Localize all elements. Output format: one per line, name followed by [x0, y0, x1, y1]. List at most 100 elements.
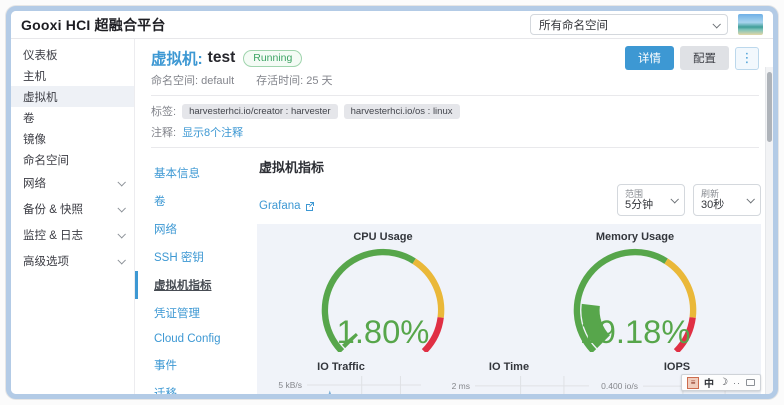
label-chip: harvesterhci.io/creator : harvester — [182, 104, 338, 119]
vm-header: 虚拟机: test Running 详情 配置 ⋮ 命名空间: default … — [135, 39, 773, 148]
sidebar-item-label: 卷 — [23, 110, 35, 126]
sidebar-item-label: 命名空间 — [23, 152, 69, 168]
gauge-chart: 19.18% — [526, 243, 744, 352]
chevron-down-icon — [117, 178, 125, 186]
sidebar-item[interactable]: 监控 & 日志 — [11, 222, 134, 248]
tab-item[interactable]: 迁移 — [135, 379, 255, 399]
tab-item[interactable]: 网络 — [135, 215, 255, 243]
chevron-down-icon — [746, 195, 754, 203]
ime-more-icon[interactable]: ·· — [733, 378, 741, 388]
sidebar-item[interactable]: 虚拟机 — [11, 86, 134, 107]
range-select[interactable]: 范围 5分钟 — [617, 184, 685, 216]
range-label: 范围 — [625, 189, 671, 199]
ime-keyboard-icon[interactable] — [746, 379, 755, 386]
divider — [151, 95, 759, 96]
namespace-filter-select[interactable]: 所有命名空间 — [530, 14, 728, 35]
refresh-value: 30秒 — [701, 199, 747, 211]
tab-item[interactable]: 事件 — [135, 351, 255, 379]
vm-kind-link[interactable]: 虚拟机: — [151, 47, 203, 69]
tab-item[interactable]: 基本信息 — [135, 159, 255, 187]
sidebar-item-label: 主机 — [23, 68, 46, 84]
show-annotations-link[interactable]: 显示8个注释 — [182, 124, 243, 140]
tab-item[interactable]: 卷 — [135, 187, 255, 215]
sidebar: 仪表板主机虚拟机卷镜像命名空间网络备份 & 快照监控 & 日志高级选项 — [11, 39, 135, 394]
sidebar-item-label: 网络 — [23, 175, 46, 191]
scrollbar-track[interactable] — [765, 67, 773, 394]
sidebar-item-label: 虚拟机 — [23, 89, 58, 105]
namespace-filter-value: 所有命名空间 — [539, 17, 608, 33]
top-bar: Gooxi HCI 超融合平台 所有命名空间 — [11, 11, 773, 39]
sidebar-item[interactable]: 卷 — [11, 107, 134, 128]
sidebar-item-label: 备份 & 快照 — [23, 201, 83, 217]
main-area: 虚拟机: test Running 详情 配置 ⋮ 命名空间: default … — [135, 39, 773, 394]
ime-logo-icon[interactable]: ≡ — [687, 377, 699, 389]
sidebar-item[interactable]: 仪表板 — [11, 44, 134, 65]
sidebar-item[interactable]: 主机 — [11, 65, 134, 86]
chevron-down-icon — [712, 20, 720, 28]
label-chip: harvesterhci.io/os : linux — [344, 104, 460, 119]
refresh-select[interactable]: 刷新 30秒 — [693, 184, 761, 216]
ime-fullhalf-moon-icon[interactable]: ☽ — [719, 377, 728, 388]
y-tick-label: 2 ms — [452, 381, 470, 391]
chart-title: IO Traffic — [261, 361, 421, 373]
tab-item[interactable]: Cloud Config — [135, 327, 255, 351]
chart-title: IOPS — [597, 361, 757, 373]
gauge-title: CPU Usage — [257, 231, 509, 243]
y-tick-label: 0.400 io/s — [601, 381, 638, 391]
y-tick-label: 5 kB/s — [278, 380, 302, 390]
line-chart-plot — [475, 376, 589, 399]
grafana-link[interactable]: Grafana — [259, 200, 315, 212]
line-chart-plot — [307, 376, 421, 399]
ime-toolbar[interactable]: ≡ 中 ☽ ·· — [681, 374, 761, 391]
mini-chart: IO Time 2 ms1.50 ms1 ms — [425, 361, 593, 399]
scrollbar-thumb[interactable] — [767, 72, 772, 142]
sidebar-item[interactable]: 镜像 — [11, 128, 134, 149]
detail-button[interactable]: 详情 — [625, 46, 674, 70]
vm-namespace: 命名空间: default — [151, 72, 234, 88]
svg-text:1.80%: 1.80% — [337, 313, 430, 350]
kebab-menu-button[interactable]: ⋮ — [735, 47, 759, 70]
chevron-down-icon — [117, 230, 125, 238]
y-axis-labels: 5 kB/s4 kB/s3 kB/s — [261, 376, 307, 399]
y-axis-labels: 2 ms1.50 ms1 ms — [429, 376, 475, 399]
grafana-label: Grafana — [259, 200, 301, 212]
chevron-down-icon — [117, 256, 125, 264]
gauge-title: Memory Usage — [509, 231, 761, 243]
sidebar-item-label: 镜像 — [23, 131, 46, 147]
vm-age: 存活时间: 25 天 — [256, 72, 332, 88]
range-value: 5分钟 — [625, 199, 671, 211]
metrics-content: 虚拟机指标 Grafana 范围 5分钟 — [255, 148, 773, 399]
vm-tabs: 基本信息卷网络SSH 密钥虚拟机指标凭证管理Cloud Config事件迁移 — [135, 148, 255, 399]
chart-title: IO Time — [429, 361, 589, 373]
chevron-down-icon — [117, 204, 125, 212]
app-title: Gooxi HCI 超融合平台 — [21, 15, 166, 35]
refresh-label: 刷新 — [701, 189, 747, 199]
external-link-icon — [305, 201, 315, 211]
tab-item[interactable]: SSH 密钥 — [135, 243, 255, 271]
svg-text:19.18%: 19.18% — [580, 313, 691, 350]
sidebar-item[interactable]: 网络 — [11, 170, 134, 196]
metrics-panel: CPU Usage 1.80% Memory Usage 19.18% IO Traf… — [257, 224, 761, 399]
y-axis-labels: 0.400 io/s0.300 io/s0.200 io/s — [597, 376, 643, 399]
tab-item[interactable]: 虚拟机指标 — [135, 271, 255, 299]
sidebar-item[interactable]: 命名空间 — [11, 149, 134, 170]
mini-chart: IO Traffic 5 kB/s4 kB/s3 kB/s — [257, 361, 425, 399]
status-badge: Running — [243, 50, 302, 67]
vm-name: test — [208, 49, 236, 67]
labels-label: 标签: — [151, 103, 176, 119]
ime-language-mode-icon[interactable]: 中 — [704, 375, 714, 390]
annotations-label: 注释: — [151, 124, 176, 140]
app-window: Gooxi HCI 超融合平台 所有命名空间 仪表板主机虚拟机卷镜像命名空间网络… — [6, 6, 778, 399]
gauge: Memory Usage 19.18% — [509, 228, 761, 357]
config-button[interactable]: 配置 — [680, 46, 729, 70]
gauge-chart: 1.80% — [274, 243, 492, 352]
user-avatar[interactable] — [738, 14, 763, 35]
sidebar-item[interactable]: 备份 & 快照 — [11, 196, 134, 222]
sidebar-item[interactable]: 高级选项 — [11, 248, 134, 274]
tab-item[interactable]: 凭证管理 — [135, 299, 255, 327]
sidebar-item-label: 高级选项 — [23, 253, 69, 269]
gauge: CPU Usage 1.80% — [257, 228, 509, 357]
sidebar-item-label: 仪表板 — [23, 47, 58, 63]
sidebar-item-label: 监控 & 日志 — [23, 227, 83, 243]
metrics-title: 虚拟机指标 — [259, 157, 761, 176]
